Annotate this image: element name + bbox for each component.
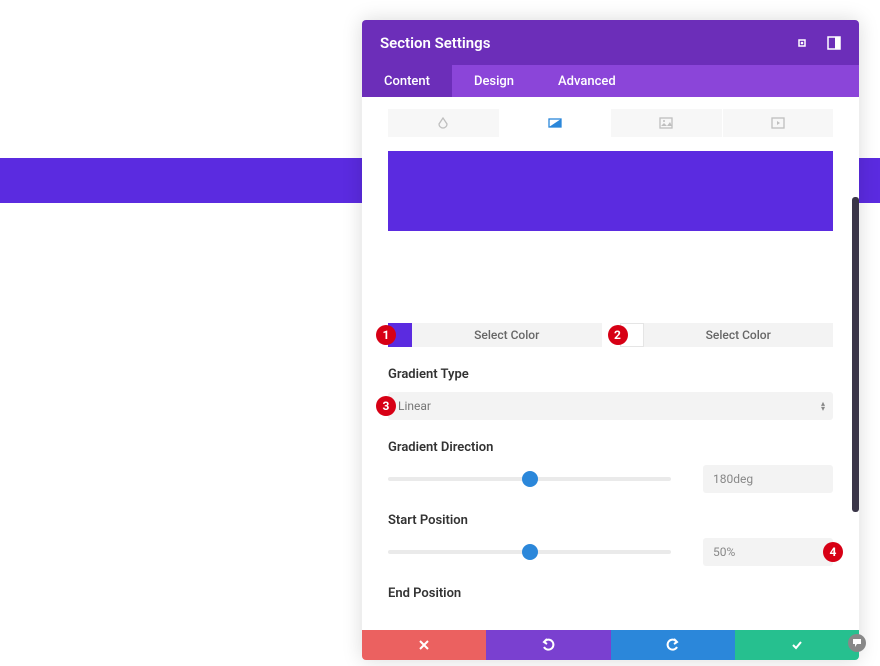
panel-footer [362,630,859,660]
snap-icon[interactable] [827,36,841,50]
slider-handle[interactable] [522,544,538,560]
bg-type-video[interactable] [723,109,834,137]
gradient-direction-slider[interactable] [388,477,671,481]
gradient-color-1-group: 1 Select Color [388,323,602,347]
panel-header: Section Settings [362,20,859,65]
annotation-badge-4: 4 [823,542,843,562]
gradient-type-select[interactable]: 3 Linear ▴▾ [388,392,833,420]
redo-button[interactable] [611,630,735,660]
tab-design[interactable]: Design [452,65,536,97]
tab-content[interactable]: Content [362,65,452,97]
gradient-color-2-group: 2 Select Color [620,323,834,347]
annotation-badge-3: 3 [376,396,396,416]
start-position-slider[interactable] [388,550,671,554]
annotation-badge-2: 2 [608,325,628,345]
cancel-button[interactable] [362,630,486,660]
gradient-direction-input[interactable] [703,465,833,493]
slider-handle[interactable] [522,471,538,487]
scrollbar[interactable] [852,197,859,512]
header-icon-group [795,36,841,50]
field-end-position: End Position 5 [388,586,833,610]
gradient-type-value: Linear [398,399,431,413]
expand-icon[interactable] [795,36,809,50]
select-color-btn-2[interactable]: Select Color [644,323,834,347]
undo-button[interactable] [486,630,610,660]
bg-type-gradient[interactable] [500,109,612,137]
gradient-colors-row: 1 Select Color 2 Select Color [388,323,833,347]
select-color-btn-1[interactable]: Select Color [412,323,602,347]
label-start-position: Start Position [388,513,833,528]
panel-body: 1 Select Color 2 Select Color Gradient T… [362,97,859,610]
label-gradient-direction: Gradient Direction [388,440,833,455]
bg-type-switcher [388,109,833,137]
field-start-position: Start Position 4 [388,513,833,566]
field-gradient-direction: Gradient Direction [388,440,833,493]
annotation-badge-1: 1 [376,325,396,345]
save-button[interactable] [735,630,859,660]
bg-type-image[interactable] [611,109,723,137]
field-gradient-type: Gradient Type 3 Linear ▴▾ [388,367,833,420]
help-chat-icon[interactable] [848,634,866,652]
tab-advanced[interactable]: Advanced [536,65,638,97]
chevron-updown-icon: ▴▾ [821,401,825,411]
start-position-input[interactable] [703,538,833,566]
panel-title: Section Settings [380,34,490,52]
panel-tabs: Content Design Advanced [362,65,859,97]
section-settings-panel: Section Settings Content Design Advanced [362,20,859,660]
background-preview [388,151,833,231]
label-end-position: End Position [388,586,833,601]
bg-type-color[interactable] [388,109,500,137]
label-gradient-type: Gradient Type [388,367,833,382]
